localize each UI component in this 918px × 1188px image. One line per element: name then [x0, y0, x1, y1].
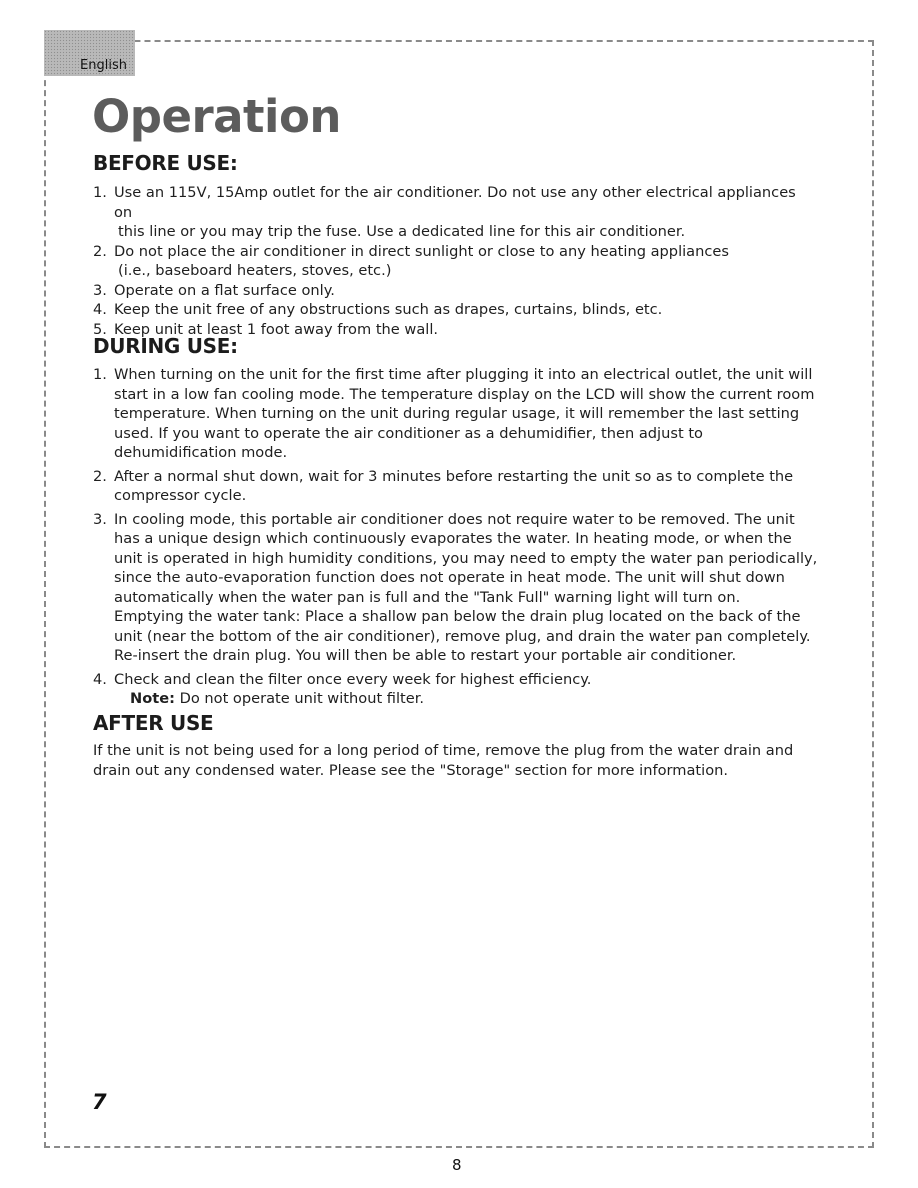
list-item: 4. Keep the unit free of any obstruction…	[93, 300, 813, 320]
item-number: 3.	[93, 281, 107, 299]
item-number: 2.	[93, 242, 107, 260]
item-text: After a normal shut down, wait for 3 min…	[114, 467, 794, 505]
item-number: 1.	[93, 366, 107, 383]
page-title: Operation	[92, 90, 341, 143]
item-text: When turning on the unit for the first t…	[114, 366, 815, 461]
list-item: 3. Operate on a flat surface only.	[93, 281, 813, 301]
pdf-page-number: 8	[452, 1156, 462, 1174]
during-use-list: 1. When turning on the unit for the firs…	[93, 365, 823, 709]
list-item: 4. Check and clean the filter once every…	[93, 670, 823, 709]
section-heading-during-use: DURING USE:	[93, 334, 238, 358]
after-use-text: If the unit is not being used for a long…	[93, 742, 794, 779]
language-label: English	[80, 58, 127, 73]
item-text: Keep the unit free of any obstructions s…	[114, 301, 663, 318]
item-number: 4.	[93, 670, 107, 688]
item-text: In cooling mode, this portable air condi…	[114, 510, 818, 606]
list-item: 2. After a normal shut down, wait for 3 …	[93, 467, 823, 506]
section-heading-after-use: AFTER USE	[93, 711, 214, 735]
note-text: Do not operate unit without filter.	[174, 690, 425, 707]
item-text-continued: (i.e., baseboard heaters, stoves, etc.)	[118, 262, 392, 279]
manual-page-number: 7	[92, 1090, 107, 1114]
before-use-list: 1. Use an 115V, 15Amp outlet for the air…	[93, 183, 813, 339]
item-number: 4.	[93, 301, 107, 318]
item-number: 3.	[93, 510, 107, 528]
note: Note: Do not operate unit without filter…	[114, 689, 823, 709]
list-item: 2. Do not place the air conditioner in d…	[93, 242, 813, 281]
item-text-emptying-tank: Emptying the water tank: Place a shallow…	[114, 608, 811, 664]
note-label: Note:	[130, 690, 175, 707]
item-text: Check and clean the filter once every we…	[114, 670, 592, 688]
item-text: Operate on a flat surface only.	[114, 281, 335, 299]
language-tab: English	[44, 30, 135, 76]
list-item: 1. When turning on the unit for the firs…	[93, 365, 823, 463]
item-text: Do not place the air conditioner in dire…	[114, 242, 729, 260]
list-item: 1. Use an 115V, 15Amp outlet for the air…	[93, 183, 813, 242]
item-number: 1.	[93, 184, 107, 201]
item-text-continued: this line or you may trip the fuse. Use …	[118, 223, 686, 240]
section-heading-before-use: BEFORE USE:	[93, 151, 238, 175]
item-number: 2.	[93, 467, 107, 485]
list-item: 3. In cooling mode, this portable air co…	[93, 510, 823, 666]
item-text: Use an 115V, 15Amp outlet for the air co…	[114, 184, 796, 221]
